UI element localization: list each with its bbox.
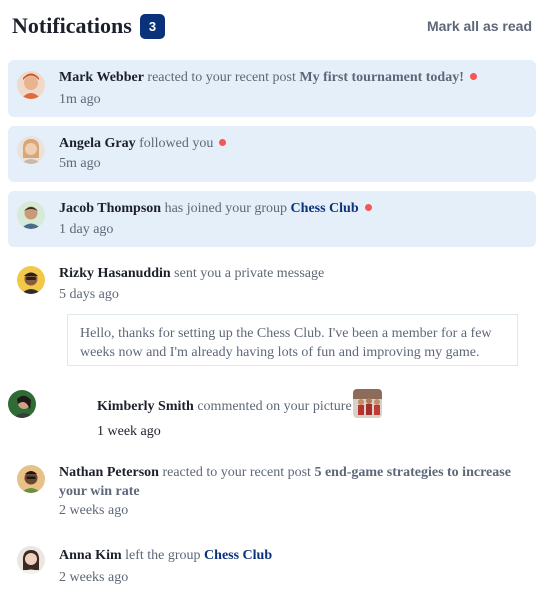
- user-name-link[interactable]: Mark Webber: [59, 70, 144, 85]
- notification-action: reacted to your recent post: [147, 70, 296, 85]
- avatar[interactable]: [17, 201, 45, 229]
- notification-text: Mark Webber reacted to your recent post …: [59, 68, 524, 87]
- notification-text: Rizky Hasanuddin sent you a private mess…: [59, 264, 524, 283]
- post-link[interactable]: My first tournament today!: [299, 70, 463, 85]
- notification-item[interactable]: Kimberly Smith commented on your picture…: [8, 384, 536, 450]
- notification-text: Angela Gray followed you: [59, 134, 524, 153]
- notification-action: followed you: [139, 136, 214, 151]
- avatar[interactable]: [17, 136, 45, 164]
- group-link[interactable]: Chess Club: [291, 201, 359, 216]
- timestamp: 5m ago: [59, 156, 101, 171]
- user-name-link[interactable]: Rizky Hasanuddin: [59, 266, 171, 281]
- notification-action: left the group: [125, 548, 201, 563]
- notification-item[interactable]: Anna Kim left the group Chess Club 2 wee…: [8, 536, 536, 590]
- unread-count-badge: 3: [140, 14, 165, 39]
- notification-item[interactable]: Nathan Peterson reacted to your recent p…: [8, 456, 536, 526]
- timestamp: 1m ago: [59, 92, 101, 107]
- user-name-link[interactable]: Anna Kim: [59, 548, 122, 563]
- avatar[interactable]: [17, 71, 45, 99]
- notification-item[interactable]: Jacob Thompson has joined your group Che…: [8, 191, 536, 247]
- avatar[interactable]: [17, 465, 45, 493]
- notification-text: Nathan Peterson reacted to your recent p…: [59, 463, 524, 501]
- unread-dot: [364, 204, 372, 211]
- notification-action: reacted to your recent post: [162, 465, 311, 480]
- user-name-link[interactable]: Kimberly Smith: [97, 399, 194, 414]
- user-name-link[interactable]: Jacob Thompson: [59, 201, 161, 216]
- timestamp: 2 weeks ago: [59, 503, 129, 518]
- avatar[interactable]: [17, 546, 45, 574]
- notification-text: Jacob Thompson has joined your group Che…: [59, 199, 524, 218]
- private-message-preview[interactable]: Hello, thanks for setting up the Chess C…: [67, 314, 518, 366]
- timestamp: 1 week ago: [97, 424, 161, 439]
- timestamp: 5 days ago: [59, 287, 119, 302]
- notification-action: sent you a private message: [174, 266, 325, 281]
- unread-dot: [469, 73, 477, 80]
- notification-text: Anna Kim left the group Chess Club: [59, 546, 524, 565]
- page-title: Notifications: [12, 13, 132, 38]
- mark-all-as-read-button[interactable]: Mark all as read: [427, 16, 532, 36]
- notifications-header: Notifications 3 Mark all as read: [12, 11, 532, 41]
- commented-picture-thumbnail[interactable]: [352, 389, 382, 418]
- notification-action: has joined your group: [164, 201, 288, 216]
- timestamp: 1 day ago: [59, 222, 114, 237]
- unread-dot: [219, 139, 227, 146]
- group-link[interactable]: Chess Club: [204, 548, 272, 563]
- notification-item[interactable]: Mark Webber reacted to your recent post …: [8, 60, 536, 117]
- avatar[interactable]: [8, 390, 36, 418]
- avatar[interactable]: [17, 266, 45, 294]
- notification-action: commented on your picture: [197, 399, 352, 414]
- timestamp: 2 weeks ago: [59, 570, 129, 585]
- notification-item[interactable]: Angela Gray followed you 5m ago: [8, 126, 536, 182]
- user-name-link[interactable]: Angela Gray: [59, 136, 136, 151]
- user-name-link[interactable]: Nathan Peterson: [59, 465, 159, 480]
- notification-text: Kimberly Smith commented on your picture: [97, 389, 527, 418]
